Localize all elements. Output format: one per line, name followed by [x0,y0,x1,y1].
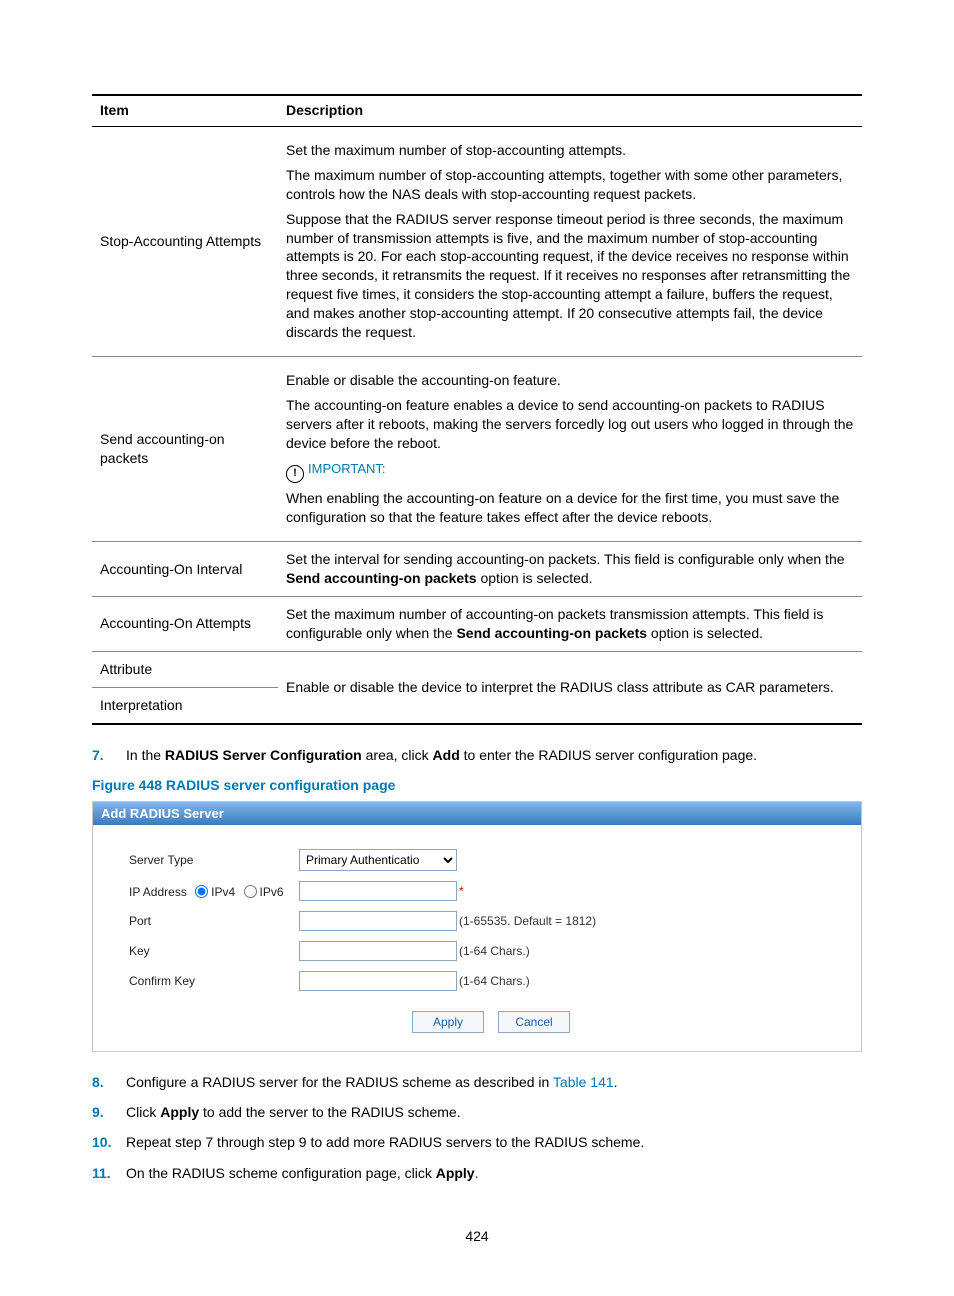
apply-button[interactable]: Apply [412,1011,484,1033]
step-number: 9. [92,1102,126,1122]
port-hint: (1-65535. Default = 1812) [459,914,596,928]
required-mark: * [459,884,464,898]
row-item: Stop-Accounting Attempts [92,127,278,357]
ipv6-radio[interactable] [244,885,257,898]
row-item: Interpretation [92,687,278,723]
step-item: 10. Repeat step 7 through step 9 to add … [92,1132,862,1152]
step-item: 11. On the RADIUS scheme configuration p… [92,1163,862,1183]
key-hint: (1-64 Chars.) [459,944,530,958]
important-icon: ! [286,465,304,483]
parameters-table: Item Description Stop-Accounting Attempt… [92,94,862,725]
key-input[interactable] [299,941,457,961]
cancel-button[interactable]: Cancel [498,1011,570,1033]
row-desc: Enable or disable the accounting-on feat… [278,356,862,541]
table-header-item: Item [92,95,278,127]
server-type-select[interactable]: Primary Authenticatio [299,849,457,871]
row-item: Accounting-On Interval [92,542,278,597]
server-type-label: Server Type [129,853,299,867]
step-number: 7. [92,745,126,765]
row-desc: Set the interval for sending accounting-… [278,542,862,597]
row-desc: Set the maximum number of accounting-on … [278,597,862,652]
table-141-link[interactable]: Table 141 [553,1074,614,1090]
step-item: 8. Configure a RADIUS server for the RAD… [92,1072,862,1092]
row-item: Send accounting-on packets [92,356,278,541]
confirm-key-label: Confirm Key [129,974,299,988]
ipv4-radio[interactable] [195,885,208,898]
step-number: 10. [92,1132,126,1152]
important-note: !IMPORTANT: [286,460,854,483]
figure-caption: Figure 448 RADIUS server configuration p… [92,777,862,793]
row-item: Accounting-On Attempts [92,597,278,652]
table-row: Accounting-On Interval Set the interval … [92,542,862,597]
panel-title: Add RADIUS Server [93,802,861,825]
confirm-key-hint: (1-64 Chars.) [459,974,530,988]
table-row: Accounting-On Attempts Set the maximum n… [92,597,862,652]
add-radius-server-panel: Add RADIUS Server Server Type Primary Au… [92,801,862,1052]
page-number: 424 [0,1228,954,1244]
row-item: Attribute [92,651,278,687]
table-row: Send accounting-on packets Enable or dis… [92,356,862,541]
table-header-description: Description [278,95,862,127]
step-item: 7. In the RADIUS Server Configuration ar… [92,745,862,765]
step-number: 8. [92,1072,126,1092]
table-row: Attribute Enable or disable the device t… [92,651,862,687]
step-item: 9. Click Apply to add the server to the … [92,1102,862,1122]
key-label: Key [129,944,299,958]
ip-address-label: IP Address IPv4 IPv6 [129,882,299,899]
port-input[interactable] [299,911,457,931]
ip-address-input[interactable] [299,881,457,901]
row-desc: Set the maximum number of stop-accountin… [278,127,862,357]
port-label: Port [129,914,299,928]
step-number: 11. [92,1163,126,1183]
row-desc: Enable or disable the device to interpre… [278,651,862,723]
confirm-key-input[interactable] [299,971,457,991]
table-row: Stop-Accounting Attempts Set the maximum… [92,127,862,357]
